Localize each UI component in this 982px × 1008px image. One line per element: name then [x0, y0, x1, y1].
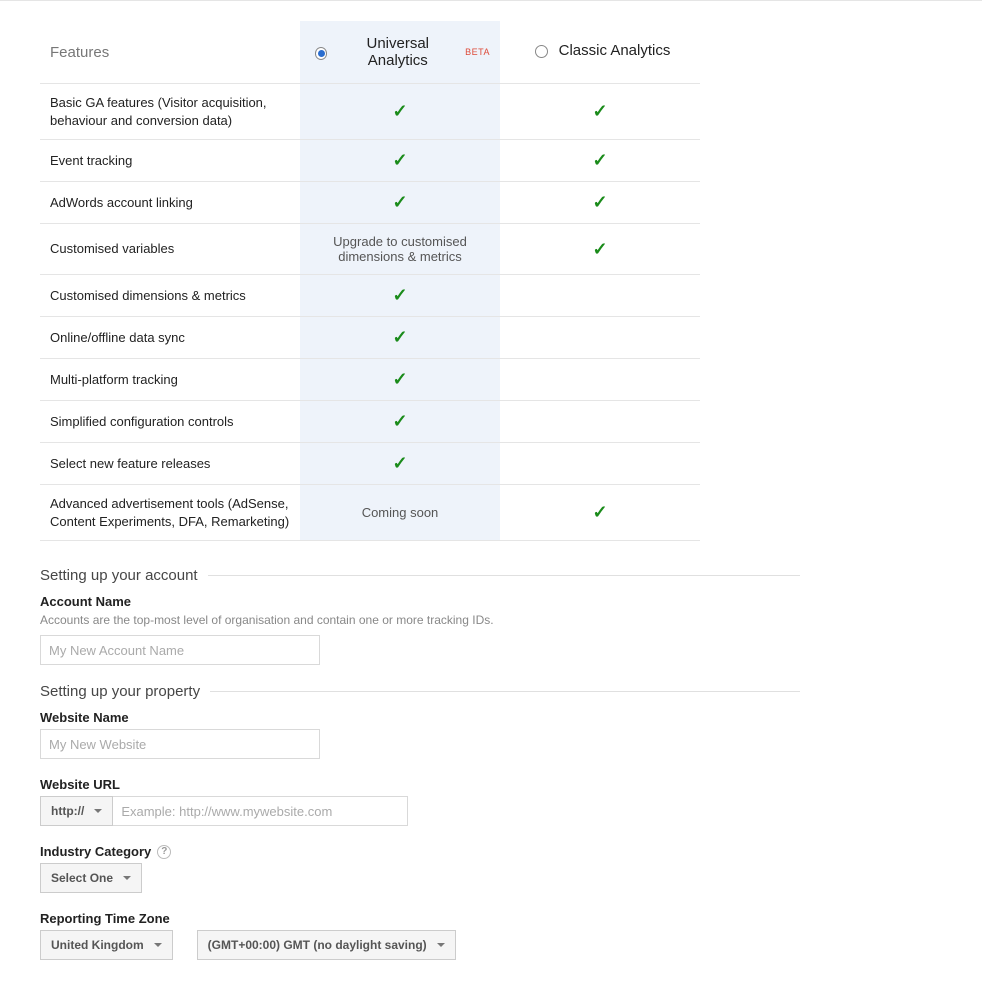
check-icon: ✓ — [392, 150, 407, 170]
check-icon: ✓ — [392, 369, 407, 389]
table-row: Online/offline data sync ✓ — [40, 317, 700, 359]
classic-analytics-column-head[interactable]: Classic Analytics — [500, 21, 700, 84]
divider — [210, 691, 800, 692]
divider — [208, 575, 800, 576]
feature-cell: Advanced advertisement tools (AdSense, C… — [40, 485, 300, 541]
account-section-heading: Setting up your account — [40, 567, 208, 584]
table-row: Multi-platform tracking ✓ — [40, 359, 700, 401]
check-icon: ✓ — [592, 192, 607, 212]
table-row: Select new feature releases ✓ — [40, 443, 700, 485]
classic-value-cell: ✓ — [500, 140, 700, 182]
protocol-select[interactable]: http:// — [40, 796, 113, 826]
feature-cell: Event tracking — [40, 140, 300, 182]
feature-cell: Customised dimensions & metrics — [40, 275, 300, 317]
check-icon: ✓ — [392, 453, 407, 473]
reporting-timezone-label: Reporting Time Zone — [40, 911, 942, 926]
classic-value-cell: ✓ — [500, 84, 700, 140]
classic-value-cell: ✓ — [500, 182, 700, 224]
classic-analytics-radio[interactable] — [535, 45, 548, 58]
ua-value-cell: ✓ — [300, 359, 500, 401]
industry-selected-value: Select One — [51, 871, 113, 885]
universal-analytics-label: Universal Analytics — [338, 35, 457, 69]
feature-cell: Customised variables — [40, 224, 300, 275]
table-row: Basic GA features (Visitor acquisition, … — [40, 84, 700, 140]
account-name-label: Account Name — [40, 594, 942, 609]
website-name-label: Website Name — [40, 710, 942, 725]
table-row: Advanced advertisement tools (AdSense, C… — [40, 485, 700, 541]
timezone-country-select[interactable]: United Kingdom — [40, 930, 173, 960]
protocol-selected-value: http:// — [51, 804, 84, 818]
features-column-head: Features — [40, 21, 300, 84]
timezone-offset-select[interactable]: (GMT+00:00) GMT (no daylight saving) — [197, 930, 456, 960]
chevron-down-icon — [437, 943, 445, 947]
property-section-heading: Setting up your property — [40, 683, 210, 700]
table-row: Simplified configuration controls ✓ — [40, 401, 700, 443]
feature-comparison-table: Features Universal Analytics BETA Classi… — [40, 21, 700, 541]
industry-category-label: Industry Category — [40, 844, 151, 859]
website-name-input[interactable] — [40, 729, 320, 759]
check-icon: ✓ — [592, 239, 607, 259]
chevron-down-icon — [154, 943, 162, 947]
table-row: Customised variablesUpgrade to customise… — [40, 224, 700, 275]
country-selected-value: United Kingdom — [51, 938, 144, 952]
account-name-description: Accounts are the top-most level of organ… — [40, 613, 942, 627]
ua-value-cell: ✓ — [300, 140, 500, 182]
feature-cell: AdWords account linking — [40, 182, 300, 224]
check-icon: ✓ — [592, 101, 607, 121]
feature-cell: Basic GA features (Visitor acquisition, … — [40, 84, 300, 140]
classic-value-cell: ✓ — [500, 224, 700, 275]
ua-value-cell: ✓ — [300, 84, 500, 140]
table-row: AdWords account linking ✓ ✓ — [40, 182, 700, 224]
classic-value-cell — [500, 275, 700, 317]
classic-value-cell — [500, 443, 700, 485]
ua-value-cell: ✓ — [300, 182, 500, 224]
beta-badge: BETA — [465, 47, 490, 57]
check-icon: ✓ — [392, 101, 407, 121]
chevron-down-icon — [94, 809, 102, 813]
universal-analytics-radio[interactable] — [315, 47, 327, 60]
chevron-down-icon — [123, 876, 131, 880]
check-icon: ✓ — [392, 411, 407, 431]
ua-value-cell: ✓ — [300, 317, 500, 359]
check-icon: ✓ — [392, 327, 407, 347]
ua-value-cell: Coming soon — [300, 485, 500, 541]
feature-cell: Select new feature releases — [40, 443, 300, 485]
classic-analytics-label: Classic Analytics — [559, 42, 671, 59]
feature-cell: Multi-platform tracking — [40, 359, 300, 401]
classic-value-cell — [500, 401, 700, 443]
table-row: Customised dimensions & metrics ✓ — [40, 275, 700, 317]
ua-value-cell: ✓ — [300, 275, 500, 317]
classic-value-cell — [500, 317, 700, 359]
check-icon: ✓ — [592, 502, 607, 522]
check-icon: ✓ — [392, 192, 407, 212]
ua-value-cell: ✓ — [300, 401, 500, 443]
classic-value-cell: ✓ — [500, 485, 700, 541]
account-name-input[interactable] — [40, 635, 320, 665]
feature-cell: Simplified configuration controls — [40, 401, 300, 443]
table-row: Event tracking ✓ ✓ — [40, 140, 700, 182]
ua-value-cell: ✓ — [300, 443, 500, 485]
timezone-selected-value: (GMT+00:00) GMT (no daylight saving) — [208, 938, 427, 952]
industry-category-select[interactable]: Select One — [40, 863, 142, 893]
classic-value-cell — [500, 359, 700, 401]
ua-value-cell: Upgrade to customised dimensions & metri… — [300, 224, 500, 275]
website-url-input[interactable] — [113, 796, 408, 826]
feature-cell: Online/offline data sync — [40, 317, 300, 359]
universal-analytics-column-head[interactable]: Universal Analytics BETA — [300, 21, 500, 84]
website-url-label: Website URL — [40, 777, 942, 792]
help-icon[interactable]: ? — [157, 845, 171, 859]
check-icon: ✓ — [392, 285, 407, 305]
check-icon: ✓ — [592, 150, 607, 170]
